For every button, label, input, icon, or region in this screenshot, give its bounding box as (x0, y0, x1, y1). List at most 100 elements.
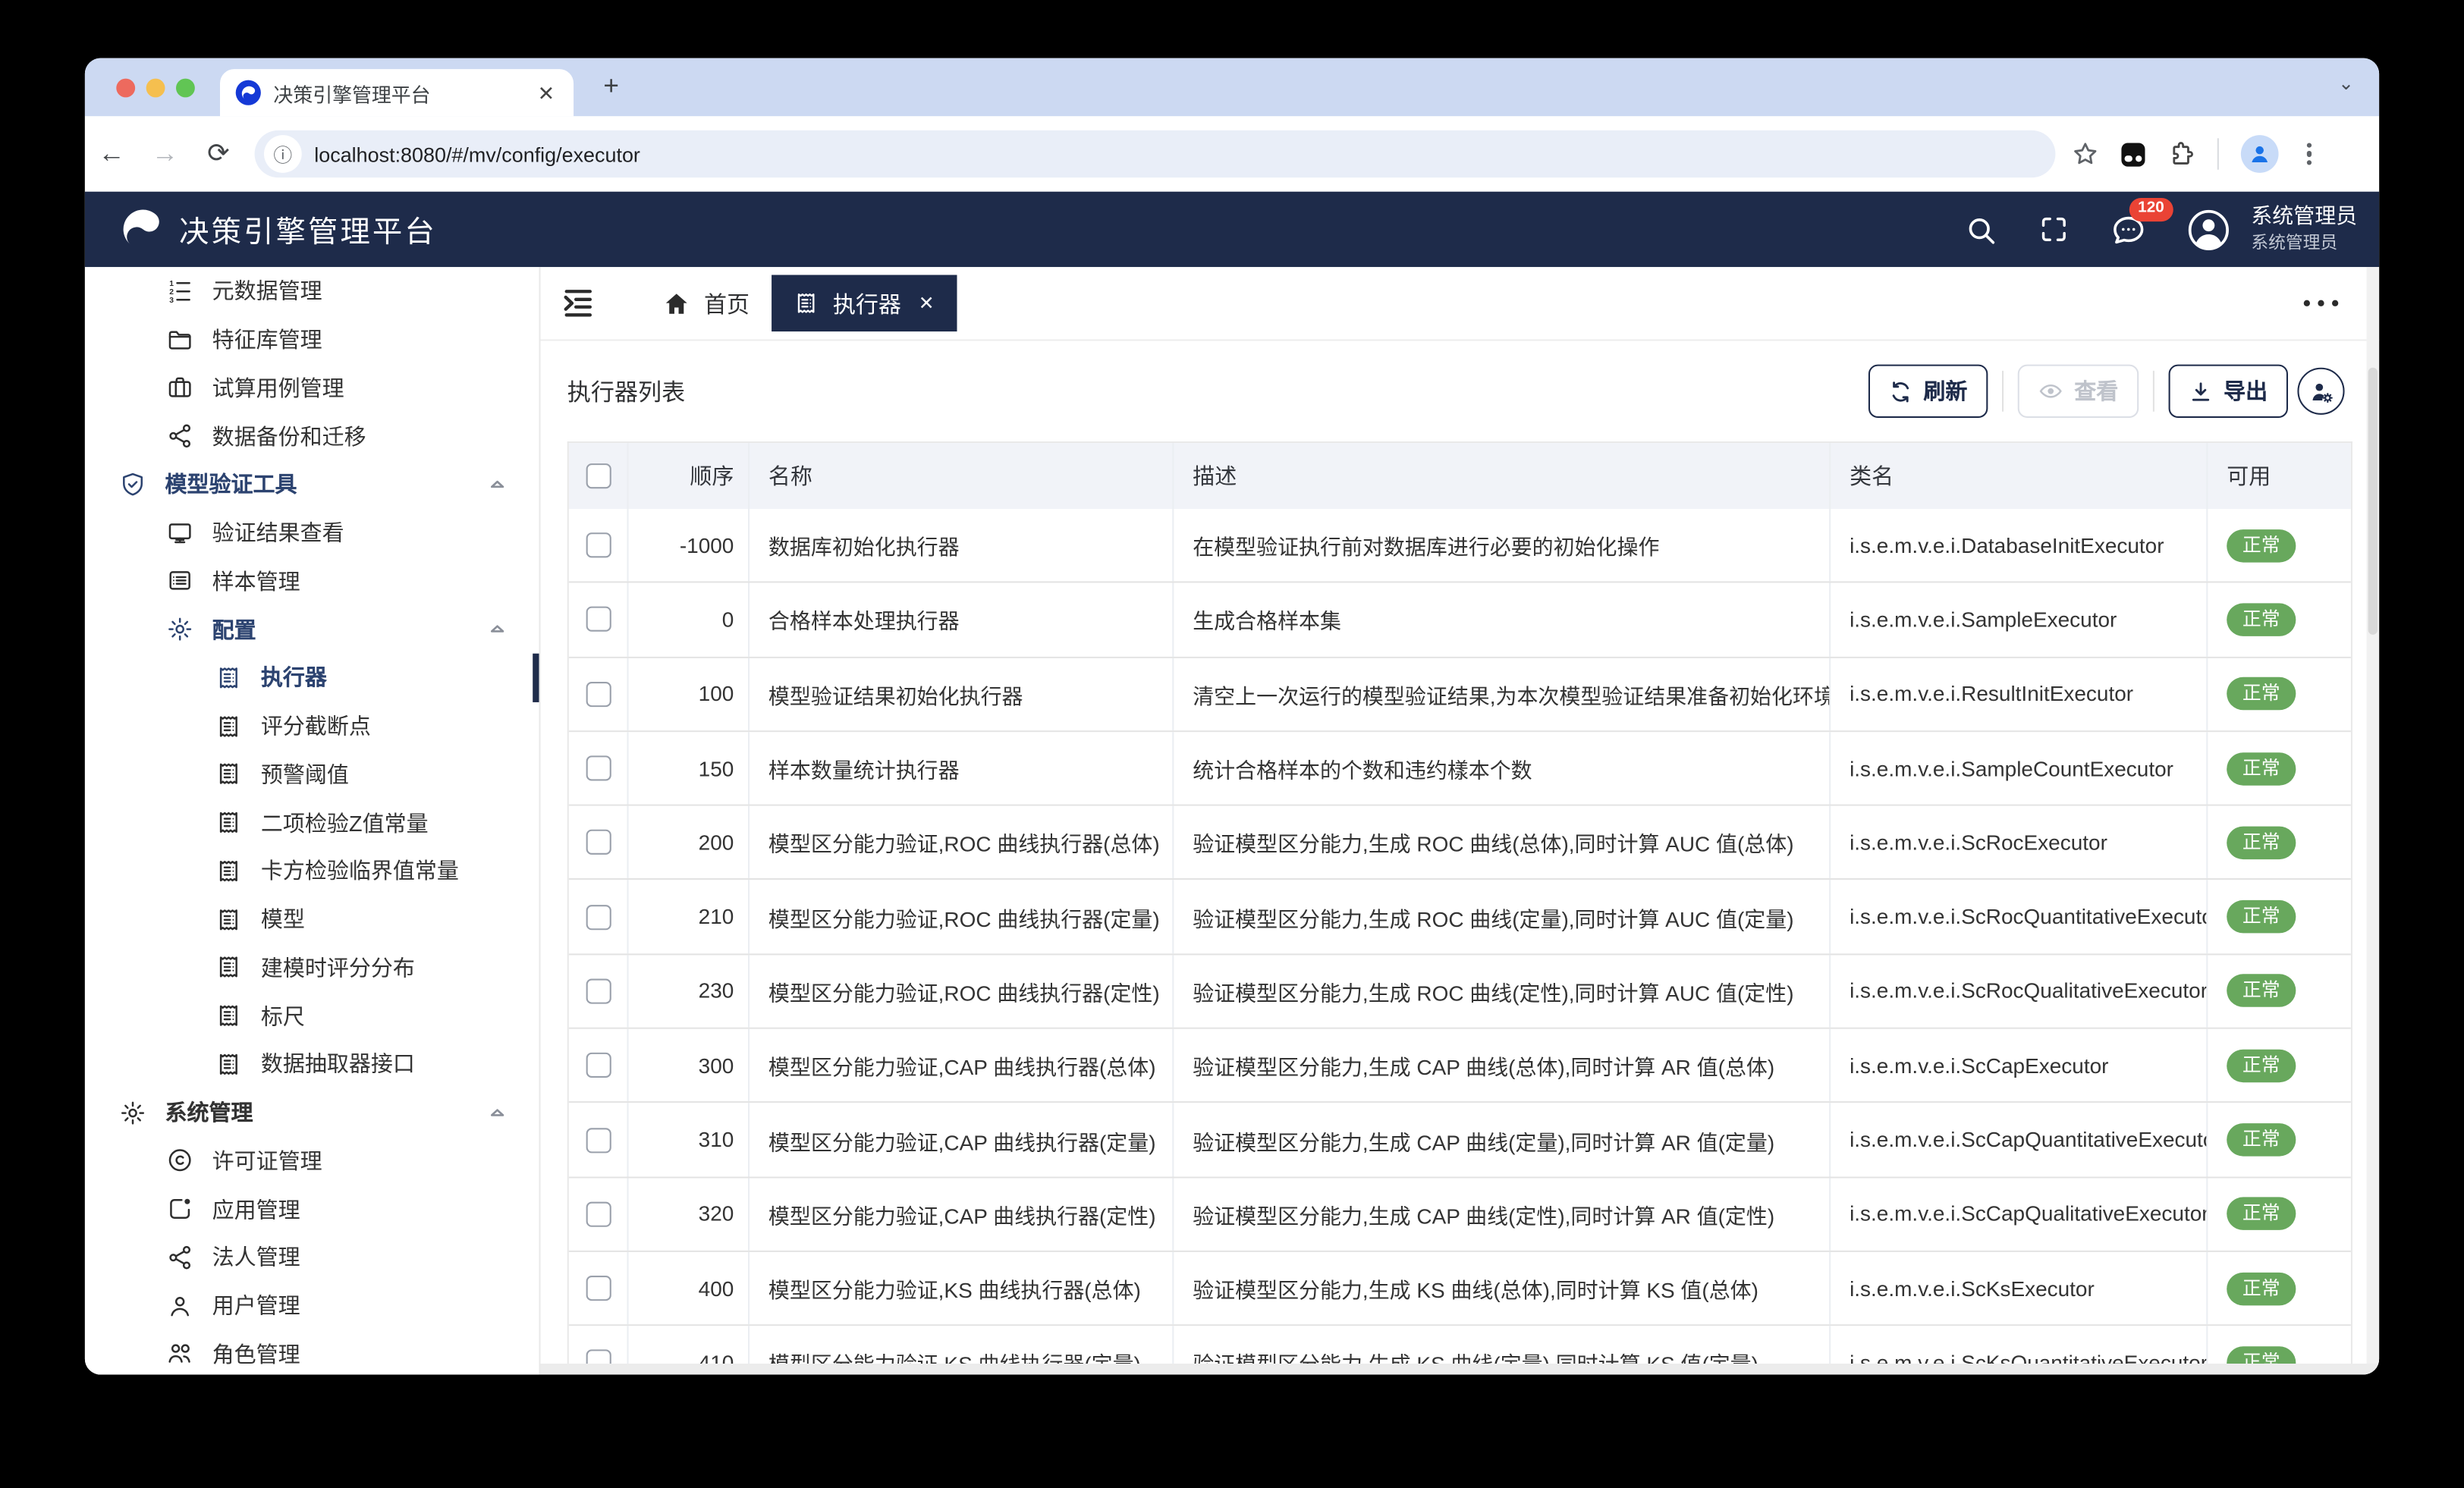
export-button[interactable]: 导出 (2169, 365, 2288, 418)
refresh-button[interactable]: 刷新 (1868, 365, 1988, 418)
row-checkbox[interactable] (586, 1127, 611, 1152)
browser-menu-icon[interactable] (2301, 143, 2318, 165)
app-header: 决策引擎管理平台 120 系统管理员 系统管理员 (85, 192, 2379, 267)
list-toolbar: 执行器列表 刷新 查看 (541, 341, 2380, 442)
sidebar-item-6[interactable]: 样本管理 (85, 557, 539, 605)
sidebar-item-19[interactable]: 应用管理 (85, 1185, 539, 1233)
row-checkbox[interactable] (586, 1053, 611, 1078)
sidebar-item-10[interactable]: 预警阈值 (85, 750, 539, 799)
receipt-icon (215, 761, 242, 787)
collapse-sidebar-icon[interactable] (559, 284, 597, 322)
column-header-class[interactable]: 类名 (1831, 443, 2208, 509)
scrollbar[interactable] (2367, 267, 2380, 1374)
row-checkbox[interactable] (586, 904, 611, 929)
home-tab[interactable]: 首页 (663, 287, 750, 320)
cell-order: -1000 (629, 509, 750, 582)
scrollbar-thumb[interactable] (2368, 368, 2378, 635)
row-checkbox[interactable] (586, 681, 611, 706)
zoom-window-button[interactable] (176, 78, 195, 97)
sidebar-item-13[interactable]: 模型 (85, 895, 539, 943)
table-row[interactable]: 210模型区分能力验证,ROC 曲线执行器(定量)验证模型区分能力,生成 ROC… (569, 881, 2351, 955)
active-page-tab[interactable]: 执行器 ✕ (772, 275, 957, 332)
user-avatar[interactable] (2186, 208, 2229, 250)
row-checkbox[interactable] (586, 533, 611, 558)
table-row[interactable]: 0合格样本处理执行器生成合格样本集i.s.e.m.v.e.i.SampleExe… (569, 583, 2351, 658)
sidebar-item-5[interactable]: 验证结果查看 (85, 509, 539, 557)
sidebar-item-21[interactable]: 用户管理 (85, 1282, 539, 1330)
table-row[interactable]: 400模型区分能力验证,KS 曲线执行器(总体)验证模型区分能力,生成 KS 曲… (569, 1252, 2351, 1326)
table-row[interactable]: -1000数据库初始化执行器在模型验证执行前对数据库进行必要的初始化操作i.s.… (569, 509, 2351, 583)
column-header-name[interactable]: 名称 (750, 443, 1174, 509)
search-icon[interactable] (1963, 213, 1997, 246)
column-header-status[interactable]: 可用 (2208, 443, 2351, 509)
sidebar-item-7[interactable]: 配置 (85, 605, 539, 654)
column-header-desc[interactable]: 描述 (1174, 443, 1831, 509)
dark-extension-icon[interactable] (2121, 142, 2145, 165)
table-row[interactable]: 200模型区分能力验证,ROC 曲线执行器(总体)验证模型区分能力,生成 ROC… (569, 806, 2351, 881)
cell-class: i.s.e.m.v.e.i.SampleExecutor (1831, 583, 2208, 656)
sidebar-item-section-17[interactable]: 系统管理 (85, 1088, 539, 1137)
sidebar-item-12[interactable]: 卡方检验临界值常量 (85, 847, 539, 896)
fullscreen-icon[interactable] (2038, 214, 2069, 245)
sidebar-item-16[interactable]: 数据抽取器接口 (85, 1040, 539, 1088)
row-checkbox[interactable] (586, 755, 611, 780)
ordered-list-icon: 123 (167, 278, 193, 304)
table-row[interactable]: 300模型区分能力验证,CAP 曲线执行器(总体)验证模型区分能力,生成 CAP… (569, 1029, 2351, 1103)
sidebar-item-3[interactable]: 数据备份和迁移 (85, 412, 539, 460)
table-row[interactable]: 150样本数量统计执行器统计合格样本的个数和违约樣本个数i.s.e.m.v.e.… (569, 732, 2351, 806)
close-window-button[interactable] (116, 78, 135, 97)
minimize-window-button[interactable] (146, 78, 165, 97)
table-row[interactable]: 320模型区分能力验证,CAP 曲线执行器(定性)验证模型区分能力,生成 CAP… (569, 1178, 2351, 1252)
sidebar-item-label: 模型 (261, 903, 305, 934)
site-info-icon[interactable]: ⓘ (264, 135, 302, 173)
row-checkbox[interactable] (586, 830, 611, 855)
sidebar-item-20[interactable]: 法人管理 (85, 1233, 539, 1282)
browser-tab[interactable]: 决策引擎管理平台 ✕ (220, 69, 574, 116)
view-button[interactable]: 查看 (2018, 365, 2139, 418)
url-text: localhost:8080/#/mv/config/executor (314, 142, 640, 165)
chevron-up-icon (487, 474, 508, 494)
user-info[interactable]: 系统管理员 系统管理员 (2251, 205, 2357, 254)
receipt-icon (215, 664, 242, 691)
sidebar-item-18[interactable]: 许可证管理 (85, 1137, 539, 1185)
user-settings-button[interactable] (2297, 368, 2344, 415)
cell-status: 正常 (2208, 509, 2351, 582)
close-page-tab-icon[interactable]: ✕ (919, 292, 935, 314)
table-row[interactable]: 100模型验证结果初始化执行器清空上一次运行的模型验证结果,为本次模型验证结果准… (569, 658, 2351, 732)
user-name: 系统管理员 (2251, 205, 2357, 229)
sidebar-item-2[interactable]: 试算用例管理 (85, 364, 539, 413)
sidebar-item-1[interactable]: 特征库管理 (85, 315, 539, 364)
address-bar[interactable]: ⓘ localhost:8080/#/mv/config/executor (255, 130, 2056, 177)
extensions-puzzle-icon[interactable] (2167, 140, 2195, 168)
back-button[interactable]: ← (85, 138, 138, 169)
sidebar-item-0[interactable]: 123 元数据管理 (85, 267, 539, 315)
forward-button[interactable]: → (138, 138, 191, 169)
reload-button[interactable]: ⟳ (192, 138, 245, 169)
messages-icon[interactable]: 120 (2110, 212, 2146, 248)
sidebar-item-8[interactable]: 执行器 (85, 654, 539, 702)
tab-search-chevron-icon[interactable]: ⌄ (2338, 72, 2354, 94)
tab-close-icon[interactable]: ✕ (534, 83, 558, 103)
sidebar-item-14[interactable]: 建模时评分分布 (85, 943, 539, 992)
row-checkbox[interactable] (586, 607, 611, 632)
page-more-menu-icon[interactable] (2303, 300, 2339, 306)
sidebar-item-9[interactable]: 评分截断点 (85, 702, 539, 750)
row-checkbox[interactable] (586, 1276, 611, 1301)
browser-profile-avatar[interactable] (2241, 135, 2279, 173)
app-title: 决策引擎管理平台 (179, 208, 437, 250)
row-checkbox[interactable] (586, 978, 611, 1003)
column-header-order[interactable]: 顺序 (629, 443, 750, 509)
new-tab-button[interactable]: + (603, 72, 619, 100)
sidebar-item-22[interactable]: 角色管理 (85, 1329, 539, 1374)
sidebar-item-15[interactable]: 标尺 (85, 992, 539, 1041)
bookmark-star-icon[interactable] (2071, 140, 2099, 168)
sidebar-item-11[interactable]: 二项检验Z值常量 (85, 799, 539, 847)
table-row[interactable]: 230模型区分能力验证,ROC 曲线执行器(定性)验证模型区分能力,生成 ROC… (569, 955, 2351, 1029)
row-checkbox[interactable] (586, 1201, 611, 1226)
select-all-checkbox[interactable] (586, 463, 611, 488)
table-row[interactable]: 310模型区分能力验证,CAP 曲线执行器(定量)验证模型区分能力,生成 CAP… (569, 1103, 2351, 1178)
sidebar-item-section-4[interactable]: 模型验证工具 (85, 460, 539, 509)
sidebar-item-label: 元数据管理 (212, 275, 322, 306)
cell-desc: 验证模型区分能力,生成 CAP 曲线(总体),同时计算 AR 值(总体) (1174, 1029, 1831, 1102)
status-badge: 正常 (2227, 603, 2296, 636)
